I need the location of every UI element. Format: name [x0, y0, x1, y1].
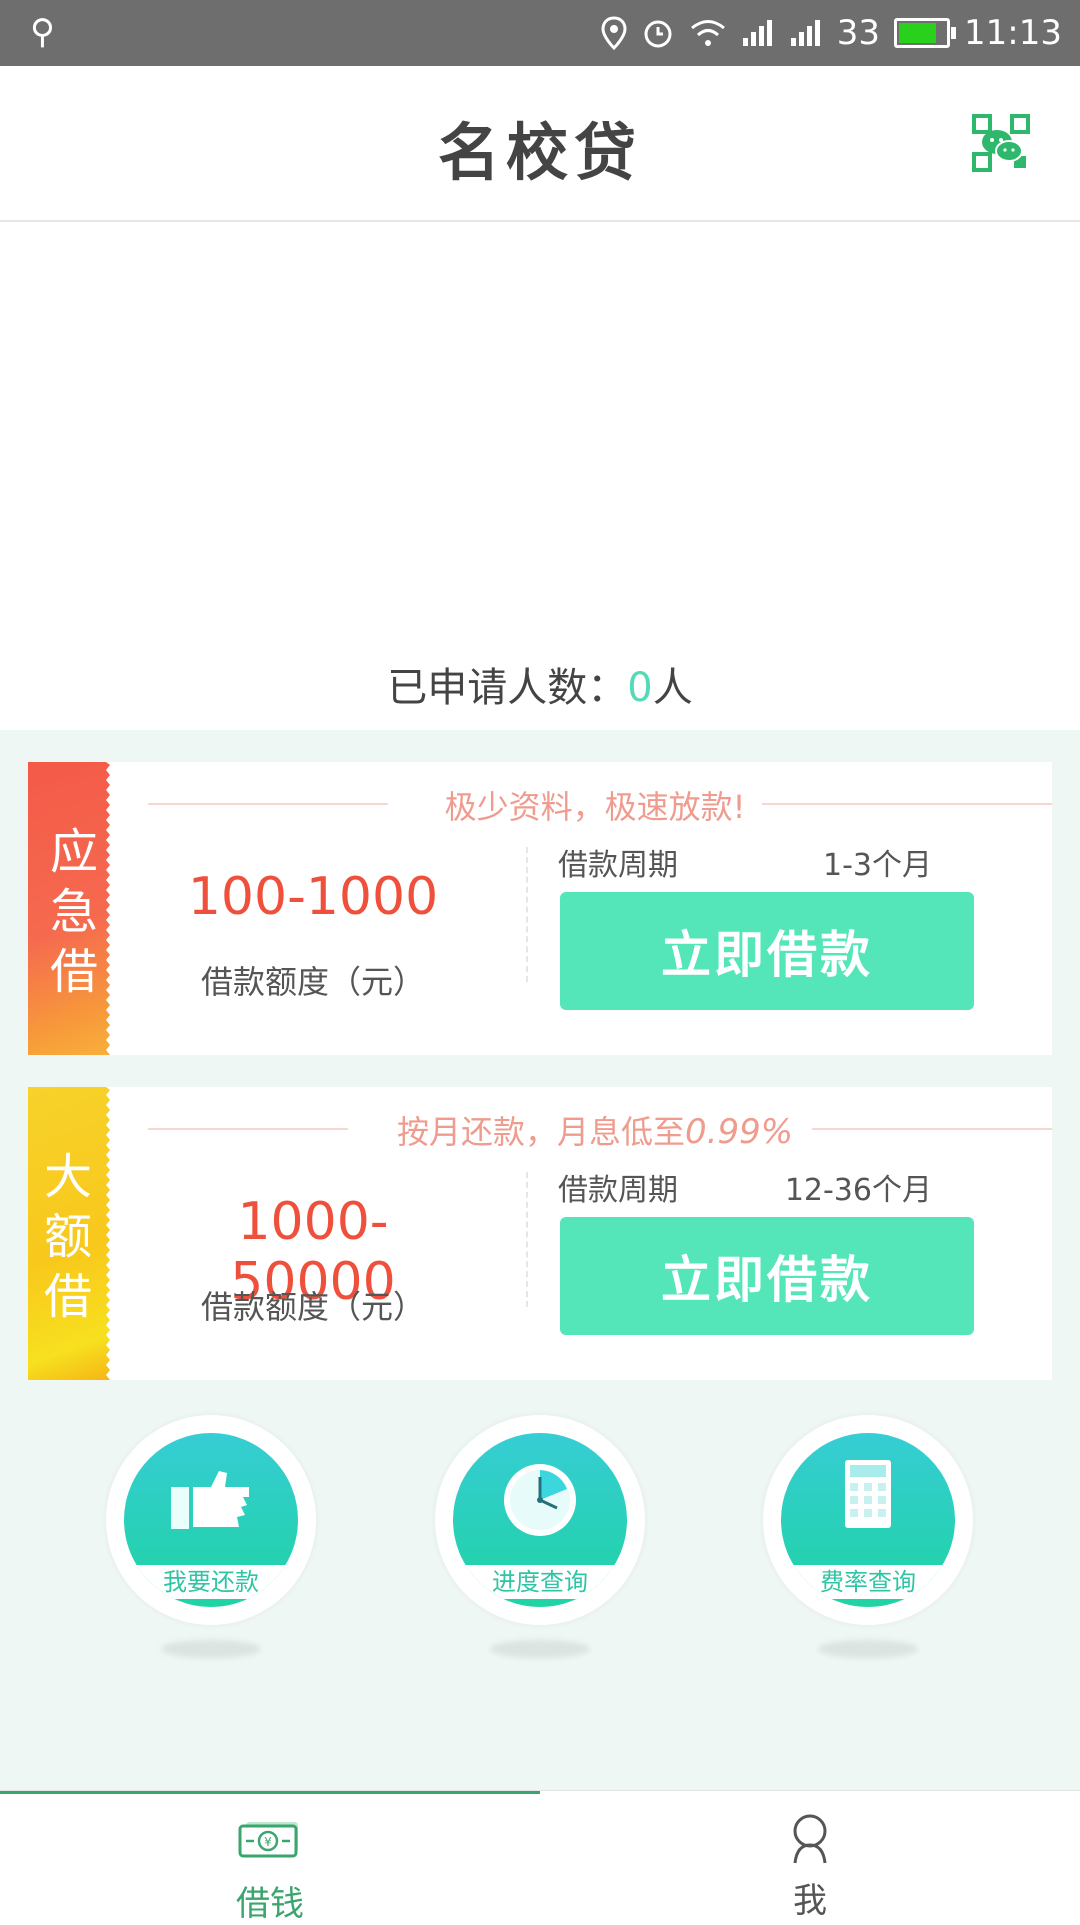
borrow-now-button[interactable]: 立即借款: [560, 892, 974, 1010]
loan-period-label: 借款周期: [558, 1173, 678, 1208]
rate-query-button[interactable]: 费率查询: [763, 1415, 973, 1658]
applied-count-prefix: 已申请人数：: [387, 665, 628, 711]
clock-time: 11:13: [964, 13, 1062, 53]
battery-level: [899, 23, 936, 43]
status-icons: 33 11:13: [601, 8, 1062, 58]
alarm-icon: [644, 20, 672, 48]
tab-me[interactable]: 我: [540, 1791, 1080, 1921]
wechat-qr-icon[interactable]: [972, 114, 1030, 172]
loan-amount-label: 借款额度（元）: [200, 1288, 425, 1326]
calculator-icon: [845, 1460, 891, 1528]
money-icon: ¥: [238, 1822, 298, 1858]
card-divider: [526, 1172, 528, 1307]
signal-icon: [742, 20, 772, 46]
card-tagline-text: 极少资料，极速放款!: [434, 788, 756, 826]
signal-icon-2: [790, 20, 820, 46]
battery-icon: [894, 18, 957, 48]
user-icon: [793, 1814, 827, 1864]
circle-shadow: [818, 1640, 918, 1658]
signal-strength-text: 33: [836, 13, 881, 53]
circle-shadow: [490, 1640, 590, 1658]
ribbon-emergency-label: 应急借: [50, 824, 99, 1000]
tagline-prefix: 按月还款，月息低至: [396, 1113, 685, 1151]
ribbon-edge: [106, 1087, 120, 1380]
loan-card-emergency: 应急借 极少资料，极速放款! 100-1000 借款额度（元） 借款周期 1-3…: [28, 762, 1052, 1055]
circle-shadow: [161, 1640, 261, 1658]
wifi-icon: [690, 20, 725, 46]
circle-inner: 我要还款: [124, 1433, 298, 1607]
ribbon-edge: [106, 762, 120, 1055]
card-body: 极少资料，极速放款! 100-1000 借款额度（元） 借款周期 1-3个月 立…: [138, 762, 1052, 1055]
bottom-tab-bar: ¥ 借钱 我: [0, 1790, 1080, 1924]
clock-icon: [504, 1464, 576, 1536]
ribbon-large: 大额借: [28, 1087, 120, 1380]
repay-label: 我要还款: [124, 1565, 298, 1599]
card-tagline-text: 按月还款，月息低至0.99%: [386, 1112, 804, 1152]
tab-borrow[interactable]: ¥ 借钱: [0, 1791, 540, 1924]
loan-card-large: 大额借 按月还款，月息低至0.99% 1000-50000 借款额度（元） 借款…: [28, 1087, 1052, 1380]
borrow-now-button[interactable]: 立即借款: [560, 1217, 974, 1335]
loan-amount: 100-1000: [187, 867, 439, 927]
tab-borrow-label: 借钱: [236, 1884, 304, 1924]
ribbon-emergency: 应急借: [28, 762, 120, 1055]
card-tagline: 极少资料，极速放款!: [138, 782, 1052, 826]
usb-icon: ⚲: [30, 12, 55, 52]
progress-query-label: 进度查询: [453, 1565, 627, 1599]
circle-inner: 费率查询: [781, 1433, 955, 1607]
applied-count-suffix: 人: [652, 665, 693, 711]
progress-query-button[interactable]: 进度查询: [435, 1415, 645, 1658]
loan-period-value: 12-36个月: [784, 1173, 932, 1208]
card-body: 按月还款，月息低至0.99% 1000-50000 借款额度（元） 借款周期 1…: [138, 1087, 1052, 1380]
applied-count-value: 0: [627, 665, 653, 711]
card-tagline: 按月还款，月息低至0.99%: [138, 1107, 1052, 1152]
loan-period-label: 借款周期: [558, 848, 678, 883]
circle-inner: 进度查询: [453, 1433, 627, 1607]
loan-period-value: 1-3个月: [823, 848, 932, 883]
repay-button[interactable]: 我要还款: [106, 1415, 316, 1658]
loan-amount-label: 借款额度（元）: [200, 963, 425, 1001]
banner-area: [0, 222, 1080, 632]
status-bar: ⚲ 33 11:13: [0, 0, 1080, 66]
ribbon-large-label: 大额借: [44, 1149, 93, 1325]
location-icon: [601, 16, 627, 50]
card-divider: [526, 847, 528, 982]
applied-count: 已申请人数：0人: [0, 655, 1080, 713]
rate-query-label: 费率查询: [781, 1565, 955, 1599]
page-title: 名校贷: [437, 116, 642, 189]
tagline-rate: 0.99%: [685, 1112, 794, 1152]
svg-text:¥: ¥: [264, 1835, 272, 1849]
thumbs-up-icon: [171, 1471, 249, 1529]
tab-me-label: 我: [793, 1881, 827, 1921]
title-bar: 名校贷: [0, 66, 1080, 222]
